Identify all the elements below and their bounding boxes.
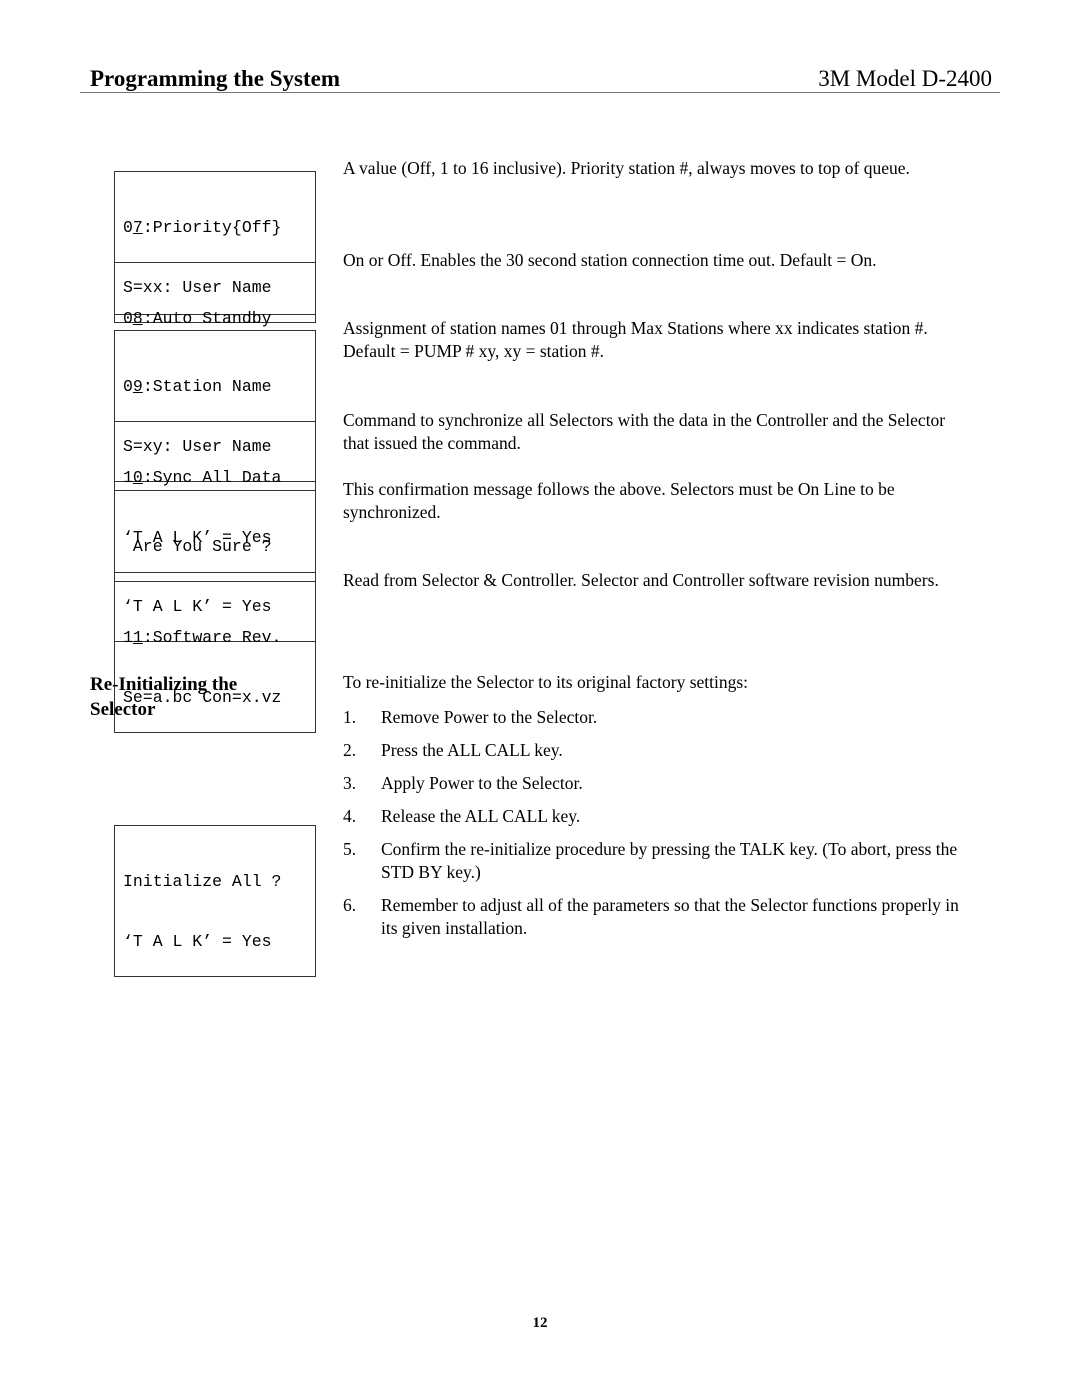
lcd-initialize-all: Initialize All ? ‘T A L K’ = Yes bbox=[114, 825, 316, 977]
reinit-intro: To re-initialize the Selector to its ori… bbox=[343, 672, 749, 692]
reinit-steps: 1. Remove Power to the Selector. 2. Press … bbox=[343, 706, 968, 950]
description-priority: A value (Off, 1 to 16 inclusive). Priori… bbox=[343, 158, 910, 178]
description-sync-all-data: Command to synchronize all Selectors wit… bbox=[343, 410, 946, 453]
reinit-heading: Re-Initializing the Selector bbox=[90, 674, 238, 720]
step-item: 1. Remove Power to the Selector. bbox=[343, 707, 598, 727]
description-confirmation: This confirmation message follows the ab… bbox=[343, 479, 895, 522]
step-item: 4. Release the ALL CALL key. bbox=[343, 806, 581, 826]
step-item: 3. Apply Power to the Selector. bbox=[343, 773, 583, 793]
lcd-auto-standby: 08:Auto Standby bbox=[114, 262, 316, 328]
description-auto-standby: On or Off. Enables the 30 second station… bbox=[343, 250, 877, 270]
description-station-name: Assignment of station names 01 through M… bbox=[343, 318, 928, 361]
page-number: 12 bbox=[532, 1315, 548, 1331]
section-title: Programming the System bbox=[90, 66, 340, 91]
model-name: 3M Model D-2400 bbox=[818, 66, 992, 91]
description-software-rev: Read from Selector & Controller. Selecto… bbox=[343, 570, 939, 590]
step-item: 6. Remember to adjust all of the paramete… bbox=[343, 895, 959, 938]
page-header: Programming the System 3M Model D-2400 bbox=[80, 62, 1000, 93]
step-item: 5. Confirm the re-initialize procedure by… bbox=[343, 839, 958, 882]
step-item: 2. Press the ALL CALL key. bbox=[343, 740, 563, 760]
